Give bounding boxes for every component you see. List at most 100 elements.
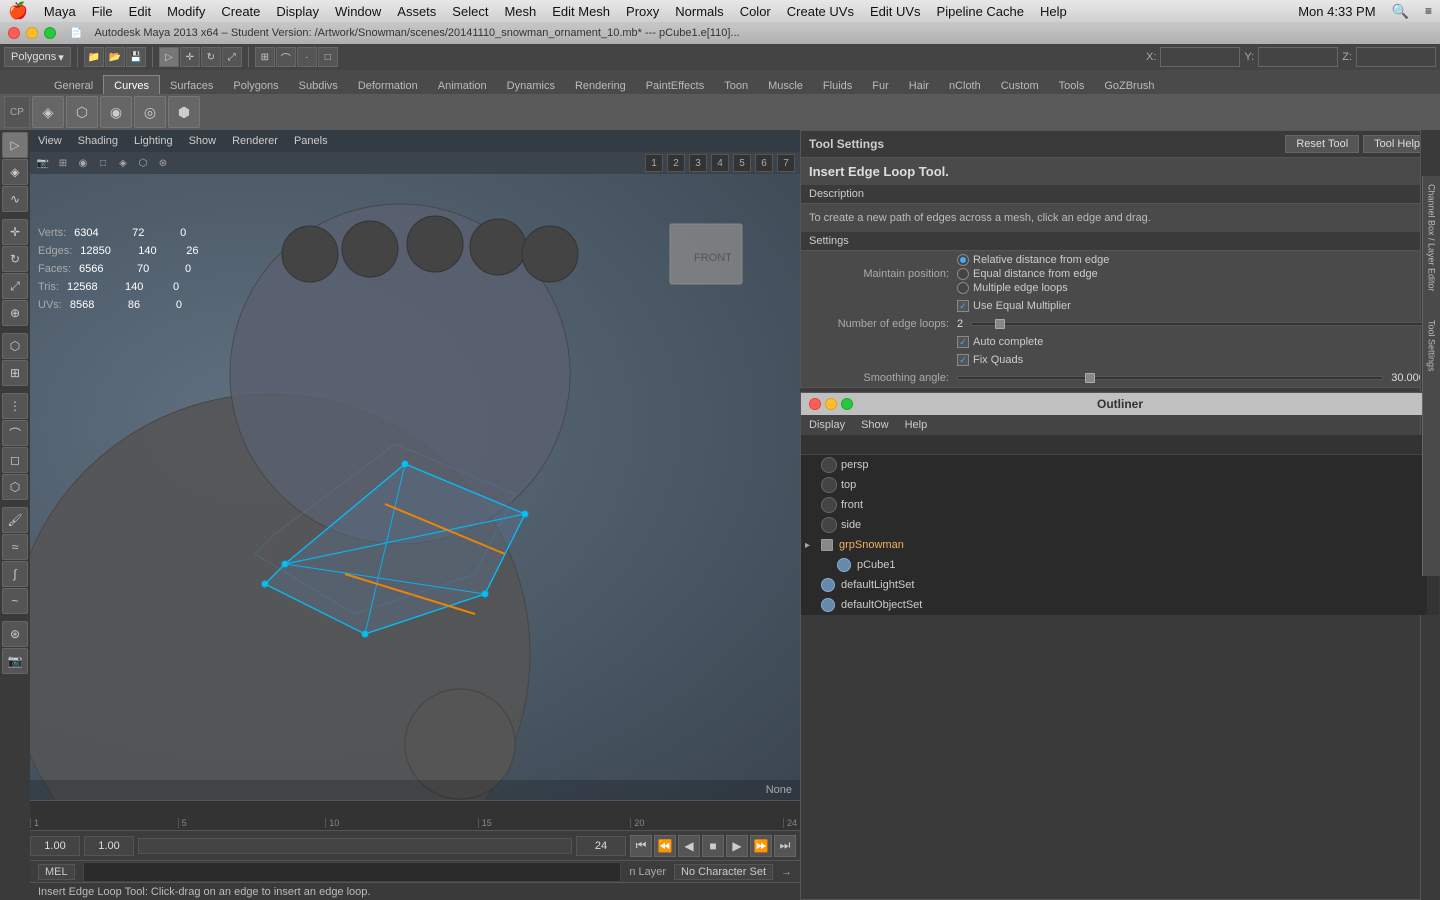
select-mode-btn[interactable]: ▷ (2, 132, 28, 158)
shelf-icon-2[interactable]: ⬡ (66, 96, 98, 128)
timeline-track[interactable]: 1 5 10 15 20 24 (30, 801, 800, 830)
field-btn[interactable]: ⊛ (2, 621, 28, 647)
radio-equal[interactable]: Equal distance from edge (957, 268, 1109, 280)
universal-manip-btn[interactable]: ⊕ (2, 300, 28, 326)
minimize-button[interactable] (26, 27, 38, 39)
shelf-tab-ncloth[interactable]: nCloth (939, 75, 991, 94)
outliner-item-side[interactable]: side (801, 515, 1439, 535)
menu-pipeline[interactable]: Pipeline Cache (937, 4, 1024, 19)
shelf-tab-dynamics[interactable]: Dynamics (497, 75, 565, 94)
shelf-tab-subdivs[interactable]: Subdivs (289, 75, 348, 94)
outliner-item-defaultobjectset[interactable]: defaultObjectSet (801, 595, 1439, 615)
shelf-tab-tools[interactable]: Tools (1049, 75, 1095, 94)
play-back-btn[interactable]: ◀ (678, 835, 700, 857)
shelf-tab-painteffects[interactable]: PaintEffects (636, 75, 715, 94)
menu-select[interactable]: Select (452, 4, 488, 19)
y-input[interactable] (1258, 47, 1338, 67)
prev-frame-btn[interactable]: ⏪ (654, 835, 676, 857)
move-btn[interactable]: ✛ (180, 47, 200, 67)
shelf-tab-deformation[interactable]: Deformation (348, 75, 428, 94)
vp-menu-renderer[interactable]: Renderer (232, 135, 278, 147)
shelf-tab-toon[interactable]: Toon (714, 75, 758, 94)
outliner-item-front[interactable]: front (801, 495, 1439, 515)
select-tool-btn[interactable]: ▷ (159, 47, 179, 67)
show-manip-btn[interactable]: ⊞ (2, 360, 28, 386)
menu-create-uvs[interactable]: Create UVs (787, 4, 854, 19)
mel-label[interactable]: MEL (38, 864, 75, 880)
menu-modify[interactable]: Modify (167, 4, 205, 19)
shelf-icon-4[interactable]: ◎ (134, 96, 166, 128)
shelf-tab-general[interactable]: General (44, 75, 103, 94)
x-input[interactable] (1160, 47, 1240, 67)
camera-btn[interactable]: 📷 (2, 648, 28, 674)
rotate-btn[interactable]: ↻ (201, 47, 221, 67)
shelf-icon-5[interactable]: ⬢ (168, 96, 200, 128)
menu-edit-mesh[interactable]: Edit Mesh (552, 4, 610, 19)
menu-edit[interactable]: Edit (129, 4, 151, 19)
outliner-menu-help[interactable]: Help (905, 419, 928, 431)
menu-file[interactable]: File (92, 4, 113, 19)
save-btn[interactable]: 💾 (126, 47, 146, 67)
outliner-item-grpsnowman[interactable]: ▸ grpSnowman (801, 535, 1439, 555)
outliner-content[interactable]: persp top front (801, 435, 1439, 615)
apple-menu[interactable]: 🍎 (8, 1, 28, 21)
shelf-tab-polygons[interactable]: Polygons (223, 75, 288, 94)
reset-tool-btn[interactable]: Reset Tool (1285, 135, 1359, 153)
status-input[interactable] (83, 862, 622, 882)
outliner-zoom[interactable] (841, 398, 853, 410)
shelf-tab-fluids[interactable]: Fluids (813, 75, 862, 94)
shelf-tab-curves[interactable]: Curves (103, 75, 160, 94)
go-end-btn[interactable]: ⏭ (774, 835, 796, 857)
list-icon[interactable]: ≡ (1425, 4, 1432, 18)
next-frame-btn[interactable]: ⏩ (750, 835, 772, 857)
snap-grid-btn[interactable]: ⊞ (255, 47, 275, 67)
shelf-tab-fur[interactable]: Fur (862, 75, 899, 94)
viewport[interactable]: View Shading Lighting Show Renderer Pane… (30, 130, 800, 800)
range-start[interactable] (30, 836, 80, 856)
snap-curve-btn[interactable]: ⌒ (276, 47, 296, 67)
open-btn[interactable]: 📂 (105, 47, 125, 67)
vp-menu-lighting[interactable]: Lighting (134, 135, 173, 147)
z-input[interactable] (1356, 47, 1436, 67)
maximize-button[interactable] (44, 27, 56, 39)
vp-icon-wire[interactable]: □ (94, 154, 112, 172)
menu-edit-uvs[interactable]: Edit UVs (870, 4, 921, 19)
outliner-minimize[interactable] (825, 398, 837, 410)
edge-loops-slider[interactable] (971, 322, 1431, 326)
tool-settings-tab-label[interactable]: Tool Settings (1425, 316, 1439, 376)
scale-btn[interactable]: ⤢ (222, 47, 242, 67)
vp-quality-7[interactable]: 7 (777, 154, 795, 172)
hair-btn[interactable]: ∫ (2, 561, 28, 587)
fix-quads-check[interactable]: ✓ Fix Quads (957, 354, 1023, 366)
radio-relative[interactable]: Relative distance from edge (957, 254, 1109, 266)
channel-box-tab-label[interactable]: Channel Box / Layer Editor (1425, 180, 1439, 296)
menu-proxy[interactable]: Proxy (626, 4, 659, 19)
scale-tool-btn[interactable]: ⤢ (2, 273, 28, 299)
outliner-item-defaultlightset[interactable]: defaultLightSet (801, 575, 1439, 595)
vp-icon-cam[interactable]: 📷 (34, 154, 52, 172)
menu-create[interactable]: Create (221, 4, 260, 19)
smoothing-slider[interactable] (957, 376, 1383, 380)
shelf-icon-3[interactable]: ◉ (100, 96, 132, 128)
outliner-item-pcube1[interactable]: pCube1 (801, 555, 1439, 575)
menu-assets[interactable]: Assets (397, 4, 436, 19)
auto-complete-check[interactable]: ✓ Auto complete (957, 336, 1043, 348)
expand-arrow-grpsnowman[interactable]: ▸ (805, 540, 817, 551)
menu-mesh[interactable]: Mesh (504, 4, 536, 19)
outliner-item-persp[interactable]: persp (801, 455, 1439, 475)
range-slider[interactable] (138, 838, 572, 854)
vp-quality-3[interactable]: 3 (689, 154, 707, 172)
move-tool-btn[interactable]: ✛ (2, 219, 28, 245)
outliner-menu-display[interactable]: Display (809, 419, 845, 431)
go-start-btn[interactable]: ⏮ (630, 835, 652, 857)
shelf-icon-1[interactable]: ◈ (32, 96, 64, 128)
cloth-btn[interactable]: ≈ (2, 534, 28, 560)
snap-align-btn[interactable]: ⋮ (2, 393, 28, 419)
paint-select-btn[interactable]: ◈ (2, 159, 28, 185)
curve-btn[interactable]: ⌒ (2, 420, 28, 446)
vp-menu-view[interactable]: View (38, 135, 62, 147)
menu-display[interactable]: Display (276, 4, 319, 19)
use-equal-multiplier-check[interactable]: ✓ Use Equal Multiplier (957, 300, 1071, 312)
vp-icon-grid[interactable]: ⊞ (54, 154, 72, 172)
menu-window[interactable]: Window (335, 4, 381, 19)
